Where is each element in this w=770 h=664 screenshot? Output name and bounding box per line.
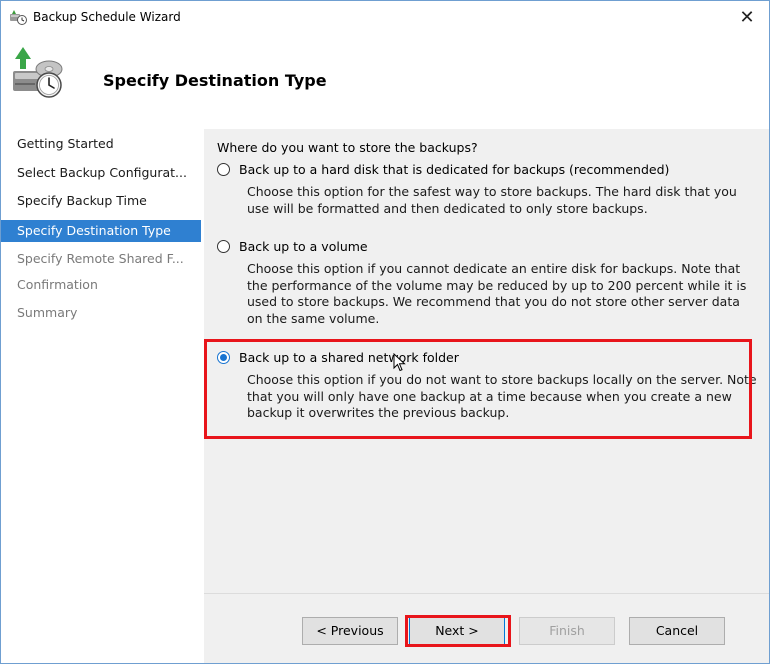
close-icon: ✕: [739, 6, 755, 28]
backup-app-icon: [10, 10, 27, 25]
nav-item-getting-started[interactable]: Getting Started: [1, 133, 201, 155]
wizard-step-nav: Getting Started Select Backup Configurat…: [1, 129, 201, 663]
radio-volume[interactable]: [217, 240, 230, 253]
radio-dedicated-disk[interactable]: [217, 163, 230, 176]
close-button[interactable]: ✕: [725, 1, 769, 33]
wizard-window: Backup Schedule Wizard ✕ Specify Destina…: [0, 0, 770, 664]
option-label[interactable]: Back up to a shared network folder: [239, 350, 459, 366]
option-dedicated-disk: Back up to a hard disk that is dedicated…: [217, 162, 757, 222]
nav-item-confirmation: Confirmation: [17, 277, 98, 292]
title-bar: Backup Schedule Wizard ✕: [1, 1, 769, 33]
nav-item-specify-destination-type[interactable]: Specify Destination Type: [1, 220, 201, 242]
option-description: Choose this option if you cannot dedicat…: [247, 261, 747, 326]
page-title: Specify Destination Type: [103, 71, 327, 90]
content-panel: Where do you want to store the backups? …: [204, 129, 769, 663]
option-shared-network-folder: Back up to a shared network folder Choos…: [217, 350, 757, 428]
option-volume: Back up to a volume Choose this option i…: [217, 239, 757, 334]
window-title: Backup Schedule Wizard: [33, 10, 181, 24]
destination-question: Where do you want to store the backups?: [217, 140, 478, 155]
nav-item-specify-backup-time[interactable]: Specify Backup Time: [1, 190, 201, 212]
option-label[interactable]: Back up to a hard disk that is dedicated…: [239, 162, 669, 178]
option-description: Choose this option for the safest way to…: [247, 184, 737, 216]
nav-item-summary: Summary: [17, 305, 78, 320]
option-label[interactable]: Back up to a volume: [239, 239, 368, 255]
footer-separator: [204, 593, 769, 594]
previous-button[interactable]: < Previous: [302, 617, 398, 645]
backup-wizard-icon: [13, 47, 63, 98]
next-button[interactable]: Next >: [409, 617, 505, 645]
radio-shared-network-folder[interactable]: [217, 351, 230, 364]
finish-button: Finish: [519, 617, 615, 645]
cancel-button[interactable]: Cancel: [629, 617, 725, 645]
option-description: Choose this option if you do not want to…: [247, 372, 757, 420]
nav-item-select-backup-configuration[interactable]: Select Backup Configurat...: [1, 162, 201, 184]
nav-item-specify-remote-shared-folder: Specify Remote Shared F...: [17, 251, 184, 266]
wizard-header: Specify Destination Type: [1, 33, 769, 119]
